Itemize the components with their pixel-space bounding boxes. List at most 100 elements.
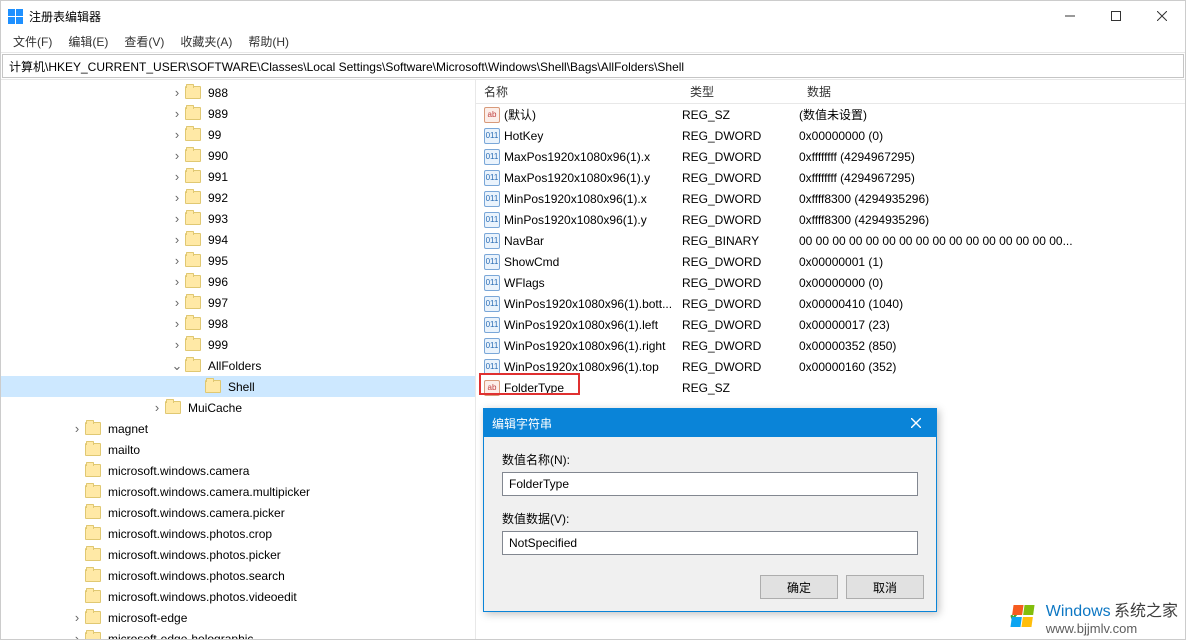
table-row[interactable]: 011HotKeyREG_DWORD0x00000000 (0) bbox=[476, 125, 1185, 146]
string-value-icon: ab bbox=[484, 380, 500, 396]
folder-icon bbox=[185, 212, 201, 225]
value-type: REG_DWORD bbox=[682, 150, 799, 164]
tree-node[interactable]: ›993 bbox=[1, 208, 475, 229]
tree-node-allfolders[interactable]: ⌄AllFolders bbox=[1, 355, 475, 376]
chevron-right-icon[interactable]: › bbox=[69, 632, 85, 639]
tree-node[interactable]: ›991 bbox=[1, 166, 475, 187]
table-row[interactable]: 011MaxPos1920x1080x96(1).yREG_DWORD0xfff… bbox=[476, 167, 1185, 188]
chevron-right-icon[interactable]: › bbox=[169, 338, 185, 351]
menu-edit[interactable]: 编辑(E) bbox=[60, 31, 116, 52]
binary-value-icon: 011 bbox=[484, 128, 500, 144]
value-name-input[interactable] bbox=[502, 472, 918, 496]
table-row[interactable]: 011MinPos1920x1080x96(1).yREG_DWORD0xfff… bbox=[476, 209, 1185, 230]
col-data[interactable]: 数据 bbox=[799, 83, 1185, 100]
chevron-right-icon[interactable]: › bbox=[169, 191, 185, 204]
chevron-right-icon[interactable]: › bbox=[69, 422, 85, 435]
table-row[interactable]: 011WinPos1920x1080x96(1).leftREG_DWORD0x… bbox=[476, 314, 1185, 335]
folder-icon bbox=[85, 506, 101, 519]
chevron-right-icon[interactable]: › bbox=[69, 611, 85, 624]
chevron-right-icon[interactable]: › bbox=[169, 275, 185, 288]
menu-view[interactable]: 查看(V) bbox=[116, 31, 172, 52]
value-data: 0x00000352 (850) bbox=[799, 339, 1185, 353]
chevron-right-icon[interactable]: › bbox=[169, 128, 185, 141]
binary-value-icon: 011 bbox=[484, 359, 500, 375]
close-button[interactable] bbox=[1139, 1, 1185, 31]
tree-pane[interactable]: ›988 ›989 ›99 ›990 ›991 ›992 ›993 ›994 ›… bbox=[1, 80, 476, 639]
chevron-right-icon[interactable]: › bbox=[169, 233, 185, 246]
table-row[interactable]: ab(默认)REG_SZ(数值未设置) bbox=[476, 104, 1185, 125]
tree-node[interactable]: microsoft.windows.photos.picker bbox=[1, 544, 475, 565]
chevron-right-icon[interactable]: › bbox=[169, 86, 185, 99]
tree-node[interactable]: ›microsoft-edge bbox=[1, 607, 475, 628]
tree-node[interactable]: mailto bbox=[1, 439, 475, 460]
menu-favorites[interactable]: 收藏夹(A) bbox=[172, 31, 240, 52]
dialog-close-button[interactable] bbox=[896, 418, 936, 428]
tree-node[interactable]: microsoft.windows.photos.videoedit bbox=[1, 586, 475, 607]
tree-node[interactable]: ›998 bbox=[1, 313, 475, 334]
address-bar[interactable]: 计算机\HKEY_CURRENT_USER\SOFTWARE\Classes\L… bbox=[2, 54, 1184, 78]
menu-file[interactable]: 文件(F) bbox=[5, 31, 60, 52]
tree-node[interactable]: ›988 bbox=[1, 82, 475, 103]
table-row[interactable]: 011ShowCmdREG_DWORD0x00000001 (1) bbox=[476, 251, 1185, 272]
table-row[interactable]: 011WFlagsREG_DWORD0x00000000 (0) bbox=[476, 272, 1185, 293]
value-data: 0xffff8300 (4294935296) bbox=[799, 213, 1185, 227]
maximize-button[interactable] bbox=[1093, 1, 1139, 31]
table-row[interactable]: 011MinPos1920x1080x96(1).xREG_DWORD0xfff… bbox=[476, 188, 1185, 209]
chevron-right-icon[interactable]: › bbox=[149, 401, 165, 414]
table-row[interactable]: 011WinPos1920x1080x96(1).bott...REG_DWOR… bbox=[476, 293, 1185, 314]
col-type[interactable]: 类型 bbox=[682, 83, 799, 100]
value-name-label: 数值名称(N): bbox=[502, 451, 918, 468]
binary-value-icon: 011 bbox=[484, 212, 500, 228]
tree-node-muicache[interactable]: ›MuiCache bbox=[1, 397, 475, 418]
table-row[interactable]: abFolderTypeREG_SZ bbox=[476, 377, 1185, 398]
folder-icon bbox=[185, 296, 201, 309]
col-name[interactable]: 名称 bbox=[476, 83, 682, 100]
tree-node[interactable]: ›992 bbox=[1, 187, 475, 208]
value-data: 0x00000001 (1) bbox=[799, 255, 1185, 269]
watermark-suffix: 系统之家 bbox=[1114, 603, 1178, 620]
tree-node[interactable]: microsoft.windows.photos.crop bbox=[1, 523, 475, 544]
value-type: REG_DWORD bbox=[682, 129, 799, 143]
value-data-input[interactable] bbox=[502, 531, 918, 555]
chevron-right-icon[interactable]: › bbox=[169, 149, 185, 162]
tree-node[interactable]: ›microsoft-edge-holographic bbox=[1, 628, 475, 639]
ok-button[interactable]: 确定 bbox=[760, 575, 838, 599]
chevron-right-icon[interactable]: › bbox=[169, 254, 185, 267]
chevron-right-icon[interactable]: › bbox=[169, 107, 185, 120]
table-row[interactable]: 011NavBarREG_BINARY00 00 00 00 00 00 00 … bbox=[476, 230, 1185, 251]
tree-node[interactable]: ›990 bbox=[1, 145, 475, 166]
folder-icon bbox=[165, 401, 181, 414]
tree-node[interactable]: ›997 bbox=[1, 292, 475, 313]
binary-value-icon: 011 bbox=[484, 275, 500, 291]
tree-node-shell[interactable]: Shell bbox=[1, 376, 475, 397]
watermark-brand: Windows bbox=[1046, 603, 1111, 620]
folder-icon bbox=[85, 569, 101, 582]
value-data: 0xffffffff (4294967295) bbox=[799, 150, 1185, 164]
value-name: MinPos1920x1080x96(1).x bbox=[504, 192, 682, 206]
chevron-right-icon[interactable]: › bbox=[169, 317, 185, 330]
cancel-button[interactable]: 取消 bbox=[846, 575, 924, 599]
minimize-button[interactable] bbox=[1047, 1, 1093, 31]
watermark: ✔ Windows 系统之家 www.bjjmlv.com bbox=[1012, 597, 1178, 636]
windows-logo-icon: ✔ bbox=[1012, 605, 1040, 629]
tree-node[interactable]: ›996 bbox=[1, 271, 475, 292]
tree-node[interactable]: microsoft.windows.camera.multipicker bbox=[1, 481, 475, 502]
chevron-down-icon[interactable]: ⌄ bbox=[169, 359, 185, 372]
table-row[interactable]: 011WinPos1920x1080x96(1).topREG_DWORD0x0… bbox=[476, 356, 1185, 377]
folder-icon bbox=[185, 128, 201, 141]
tree-node[interactable]: microsoft.windows.camera bbox=[1, 460, 475, 481]
tree-node[interactable]: ›999 bbox=[1, 334, 475, 355]
table-row[interactable]: 011WinPos1920x1080x96(1).rightREG_DWORD0… bbox=[476, 335, 1185, 356]
tree-node[interactable]: ›99 bbox=[1, 124, 475, 145]
tree-node[interactable]: ›989 bbox=[1, 103, 475, 124]
tree-node[interactable]: ›magnet bbox=[1, 418, 475, 439]
tree-node[interactable]: microsoft.windows.photos.search bbox=[1, 565, 475, 586]
table-row[interactable]: 011MaxPos1920x1080x96(1).xREG_DWORD0xfff… bbox=[476, 146, 1185, 167]
chevron-right-icon[interactable]: › bbox=[169, 212, 185, 225]
tree-node[interactable]: ›994 bbox=[1, 229, 475, 250]
chevron-right-icon[interactable]: › bbox=[169, 296, 185, 309]
tree-node[interactable]: ›995 bbox=[1, 250, 475, 271]
chevron-right-icon[interactable]: › bbox=[169, 170, 185, 183]
menu-help[interactable]: 帮助(H) bbox=[240, 31, 297, 52]
tree-node[interactable]: microsoft.windows.camera.picker bbox=[1, 502, 475, 523]
